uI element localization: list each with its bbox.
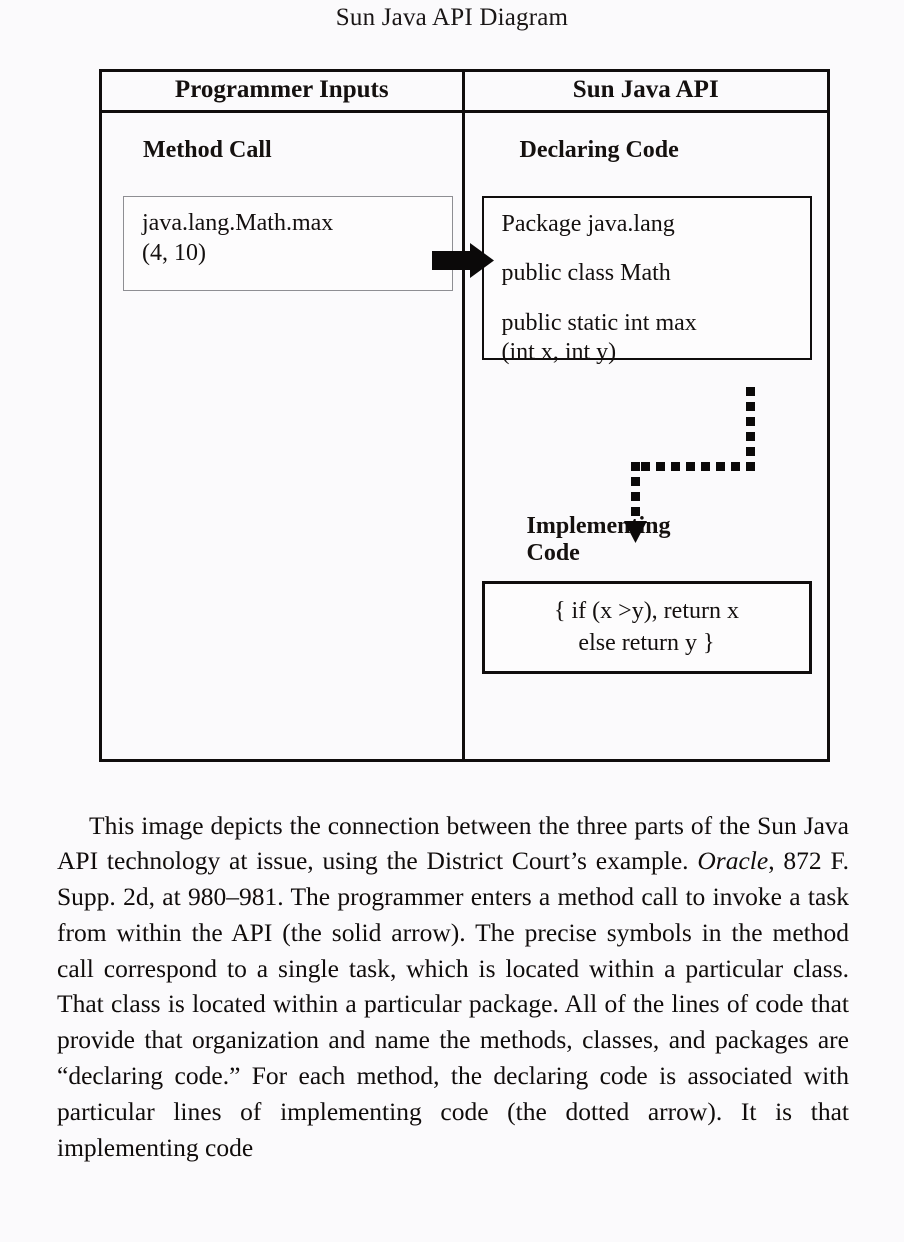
column-programmer-inputs: Method Call java.lang.Math.max (4, 10) — [102, 113, 465, 762]
declaring-code-heading: Declaring Code — [519, 137, 679, 163]
method-call-box: java.lang.Math.max (4, 10) — [123, 196, 453, 291]
declaring-code-line-3: public static int max — [501, 309, 697, 336]
dotted-arrow-icon — [624, 387, 755, 543]
declaring-code-line-1: Package java.lang — [501, 211, 675, 237]
implementing-code-box: { if (x >y), return x else return y } — [481, 581, 812, 674]
implementing-code-line-1: { if (x >y), return x — [553, 598, 739, 625]
figure-title: Sun Java API Diagram — [335, 4, 569, 31]
implementing-code-line-2: else return y } — [578, 629, 715, 656]
column-header-sun-java-api: Sun Java API — [572, 76, 719, 103]
method-call-heading: Method Call — [143, 137, 272, 163]
declaring-code-box: Package java.lang public class Math publ… — [481, 196, 812, 365]
method-call-line-2: (4, 10) — [142, 240, 206, 266]
declaring-code-line-2: public class Math — [501, 260, 671, 287]
case-citation-italic: Oracle — [697, 846, 769, 876]
declaring-code-line-3-group: public static int max (int x, int y) — [502, 309, 810, 368]
declaring-code-line-4: (int x, int y) — [501, 338, 617, 365]
solid-arrow-icon — [432, 243, 494, 278]
method-call-line-1: java.lang.Math.max — [142, 210, 334, 236]
column-header-programmer-inputs: Programmer Inputs — [102, 72, 465, 110]
body-paragraph: This image depicts the connection betwee… — [57, 808, 849, 1166]
diagram-header-row: Programmer Inputs Sun Java API — [102, 72, 827, 113]
paragraph-text-part-2: , 872 F. Supp. 2d, at 980–981. The progr… — [57, 846, 850, 1162]
